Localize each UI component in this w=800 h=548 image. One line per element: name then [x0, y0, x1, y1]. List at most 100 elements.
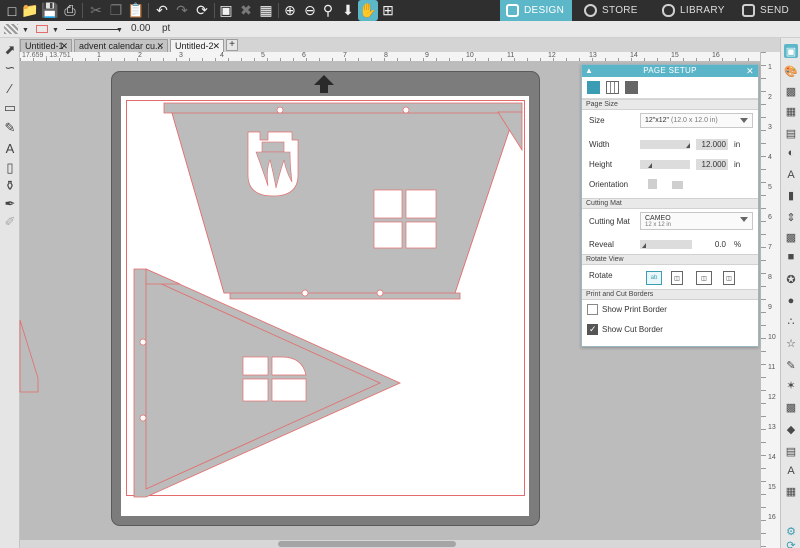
reveal-unit: % — [734, 240, 742, 249]
window-pane — [373, 189, 403, 219]
panel-icons-strip: ▣ 🎨 ▩ ▦ ▤ ◐ A ▮ ⇕ ▩ ■ ✪ ● ∴ ☆ ✎ ✶ ▩ ◆ ▤ … — [780, 38, 800, 548]
reveal-input[interactable]: 0.0 — [696, 239, 728, 250]
height-label: Height — [589, 160, 613, 169]
rotate-row: Rotate ab ◫ ◫ ◫ — [582, 265, 758, 289]
trace-icon[interactable]: ● — [784, 294, 798, 308]
panel-header[interactable]: ▲ PAGE SETUP ✕ — [582, 65, 758, 77]
library-shapes-icon[interactable]: ◆ — [784, 422, 798, 436]
image-effects-icon[interactable]: ✶ — [784, 378, 798, 392]
modify-icon[interactable]: ■ — [784, 250, 798, 264]
height-unit: in — [734, 160, 741, 169]
width-input[interactable]: 12.000 — [696, 139, 728, 150]
height-row: Height 12.000 in — [582, 154, 758, 174]
reveal-row: Reveal 0.0 % — [582, 234, 758, 254]
show-cut-border-checkbox[interactable]: ✓ — [587, 324, 598, 335]
cutting-mat-value: CAMEO — [645, 215, 671, 222]
orientation-row: Orientation — [582, 174, 758, 198]
gradient-icon[interactable]: ▩ — [784, 84, 798, 98]
panel-title: PAGE SETUP — [643, 66, 697, 75]
peg-hole — [402, 106, 410, 114]
cutting-mat-row: Cutting Mat CAMEO 12 x 12 in — [582, 209, 758, 234]
background-tab-icon[interactable] — [625, 81, 638, 94]
show-print-border-label: Show Print Border — [602, 305, 667, 314]
shadow-icon[interactable]: ◐ — [784, 146, 798, 160]
panel-tabs — [582, 77, 758, 99]
pattern-icon[interactable]: ▦ — [784, 104, 798, 118]
warp-icon[interactable]: ▤ — [784, 444, 798, 458]
settings-gear-icon[interactable]: ⚙ — [784, 524, 798, 538]
collapse-icon[interactable]: ▲ — [585, 65, 593, 77]
show-print-border-checkbox[interactable] — [587, 304, 598, 315]
arched-window-pane — [271, 378, 307, 402]
offpage-shape[interactable] — [19, 319, 39, 393]
offset-icon[interactable]: ✪ — [784, 272, 798, 286]
slider-knob[interactable] — [642, 243, 646, 248]
window-pane — [405, 221, 437, 249]
size-detail: (12.0 x 12.0 in) — [671, 117, 718, 124]
peg-hole — [301, 289, 309, 297]
section-page-size: Page Size — [582, 99, 758, 110]
width-label: Width — [589, 140, 610, 149]
size-value: 12"x12" — [645, 117, 670, 124]
reveal-slider[interactable] — [640, 240, 692, 249]
width-row: Width 12.000 in — [582, 134, 758, 154]
nesting-icon[interactable]: ▦ — [784, 484, 798, 498]
dropdown-arrow-icon — [740, 118, 748, 123]
rotate-0-button[interactable]: ab — [646, 271, 662, 285]
cutting-mat-label: Cutting Mat — [589, 217, 630, 226]
close-icon[interactable]: ✕ — [746, 65, 754, 77]
text-style-icon[interactable]: A — [784, 168, 798, 182]
rotate-90-button[interactable]: ◫ — [671, 271, 683, 285]
rotate-270-button[interactable]: ◫ — [723, 271, 735, 285]
width-unit: in — [734, 140, 741, 149]
height-slider[interactable] — [640, 160, 690, 169]
peg-hole — [139, 414, 147, 422]
page-tab-icon[interactable] — [587, 81, 600, 94]
align-icon[interactable]: ▮ — [784, 188, 798, 202]
dropdown-arrow-icon — [740, 217, 748, 222]
page-setup-icon[interactable]: ▣ — [784, 44, 798, 58]
size-row: Size 12"x12" (12.0 x 12.0 in) — [582, 110, 758, 134]
portrait-icon[interactable] — [648, 179, 657, 189]
slider-knob[interactable] — [686, 143, 690, 148]
grid-tab-icon[interactable] — [606, 81, 619, 94]
font-icon[interactable]: A — [784, 464, 798, 478]
slider-knob[interactable] — [648, 163, 652, 168]
width-slider[interactable] — [640, 140, 690, 149]
landscape-icon[interactable] — [672, 181, 683, 189]
size-dropdown[interactable]: 12"x12" (12.0 x 12.0 in) — [640, 113, 753, 128]
window-pane — [405, 189, 437, 219]
section-rotate-view: Rotate View — [582, 254, 758, 265]
height-input[interactable]: 12.000 — [696, 159, 728, 170]
knife-icon[interactable]: ✎ — [784, 358, 798, 372]
fill-color-palette-icon[interactable]: 🎨 — [784, 64, 798, 78]
show-cut-border-row: ✓ Show Cut Border — [582, 320, 758, 340]
rhinestone-icon[interactable]: ∴ — [784, 314, 798, 328]
orientation-label: Orientation — [589, 180, 629, 189]
line-style-icon[interactable]: ▤ — [784, 126, 798, 140]
cutting-mat-dropdown[interactable]: CAMEO 12 x 12 in — [640, 212, 753, 230]
sketch-icon[interactable]: ☆ — [784, 336, 798, 350]
page-setup-panel: ▲ PAGE SETUP ✕ Page Size Size 12"x12" (1… — [581, 64, 759, 347]
rotate-label: Rotate — [589, 271, 613, 280]
size-label: Size — [589, 116, 605, 125]
peg-hole — [139, 338, 147, 346]
cutting-mat-detail: 12 x 12 in — [645, 222, 672, 228]
scrollbar-thumb[interactable] — [278, 541, 456, 547]
show-cut-border-label: Show Cut Border — [602, 325, 663, 334]
transform-icon[interactable]: ⇕ — [784, 210, 798, 224]
sync-icon[interactable]: ⟳ — [784, 538, 798, 548]
peg-hole — [376, 289, 384, 297]
window-pane — [373, 221, 403, 249]
show-print-border-row: Show Print Border — [582, 300, 758, 320]
section-print-cut-borders: Print and Cut Borders — [582, 289, 758, 300]
horizontal-scrollbar[interactable] — [20, 540, 760, 548]
reveal-label: Reveal — [589, 240, 614, 249]
arched-window-pane — [242, 356, 269, 376]
layers-icon[interactable]: ▩ — [784, 400, 798, 414]
house-front-shape[interactable] — [163, 102, 523, 300]
arched-window-pane — [242, 378, 269, 402]
rotate-180-button[interactable]: ◫ — [696, 271, 712, 285]
rotate-button-label: ab — [650, 275, 658, 281]
replicate-icon[interactable]: ▩ — [784, 230, 798, 244]
